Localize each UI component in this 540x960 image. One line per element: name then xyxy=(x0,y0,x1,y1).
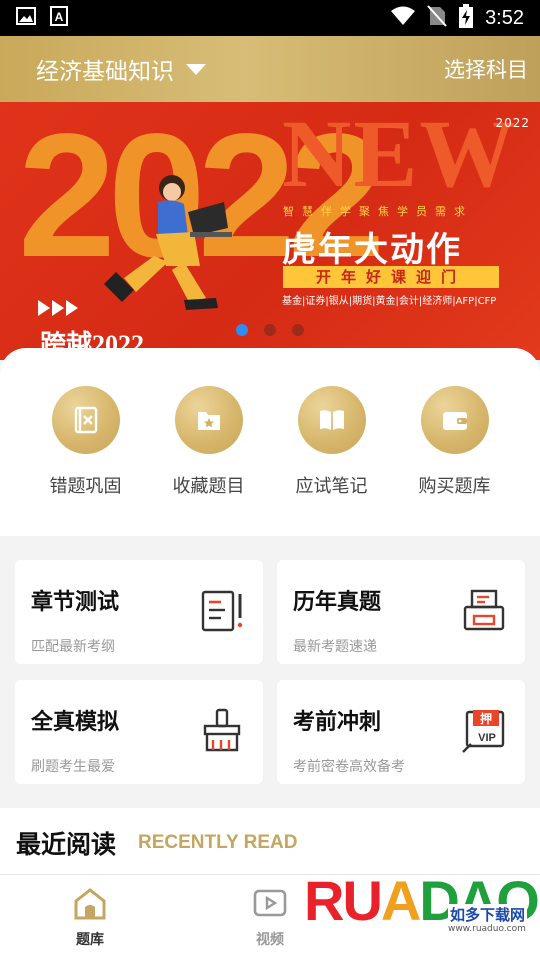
vip-stamp-icon: 押 VIP xyxy=(461,708,507,758)
clock: 3:52 xyxy=(485,6,524,29)
caret-down-icon xyxy=(186,63,206,75)
text-a-icon: A xyxy=(50,6,68,30)
card-chapter-test[interactable]: 章节测试 匹配最新考纲 xyxy=(15,560,263,664)
top-header: 经济基础知识 选择科目 xyxy=(0,36,540,102)
banner-tag: 开年好课迎门 xyxy=(283,266,499,288)
nav-label: 视频 xyxy=(256,932,284,948)
svg-text:VIP: VIP xyxy=(478,732,496,744)
notes-exclaim-icon xyxy=(199,588,245,638)
brush-icon xyxy=(199,708,245,758)
wifi-icon xyxy=(391,6,416,30)
pagination-dot[interactable] xyxy=(264,324,276,336)
quick-action-label: 应试笔记 xyxy=(295,476,368,497)
promo-banner[interactable]: 2022 NEW 2022 智慧伴学聚焦学员需求 虎年大动作 开年好课迎门 基金… xyxy=(0,102,540,360)
quick-action-label: 收藏题目 xyxy=(172,476,245,497)
wallet-icon xyxy=(420,386,489,454)
svg-text:A: A xyxy=(55,10,64,24)
practice-cards-grid: 章节测试 匹配最新考纲 历年真题 最新考题速递 全真模拟 刷题考生最爱 考前冲刺… xyxy=(15,560,525,784)
card-subtitle: 匹配最新考纲 xyxy=(31,639,115,655)
pagination-dot[interactable] xyxy=(236,324,248,336)
nav-label: 题库 xyxy=(76,932,104,948)
book-icon xyxy=(297,386,366,454)
nav-tab-question-bank[interactable]: 题库 xyxy=(60,887,120,949)
banner-year-small: 2022 xyxy=(495,116,530,130)
arrow-right-icon xyxy=(38,300,80,320)
recent-title: 最近阅读 xyxy=(16,830,117,859)
x-card-icon xyxy=(51,386,120,454)
nav-tab-video[interactable]: 视频 xyxy=(240,887,300,949)
card-past-exams[interactable]: 历年真题 最新考题速递 xyxy=(277,560,525,664)
no-sim-icon xyxy=(427,5,447,31)
card-subtitle: 考前密卷高效备考 xyxy=(293,759,405,775)
banner-pagination xyxy=(236,324,304,336)
quick-action-label: 错题巩固 xyxy=(49,476,122,497)
quick-action-notes[interactable]: 应试笔记 xyxy=(277,386,387,536)
quick-action-label: 购买题库 xyxy=(418,476,491,497)
pagination-dot[interactable] xyxy=(292,324,304,336)
card-subtitle: 刷题考生最爱 xyxy=(31,759,115,775)
printer-icon xyxy=(461,588,507,638)
star-folder-icon xyxy=(174,386,243,454)
quick-action-favorites[interactable]: 收藏题目 xyxy=(154,386,264,536)
video-play-icon xyxy=(252,887,288,925)
home-icon xyxy=(72,887,108,925)
banner-subline: 智慧伴学聚焦学员需求 xyxy=(283,205,473,218)
card-mock-exam[interactable]: 全真模拟 刷题考生最爱 xyxy=(15,680,263,784)
battery-charging-icon xyxy=(459,4,474,32)
recent-subtitle: RECENTLY READ xyxy=(138,832,298,853)
subject-label: 经济基础知识 xyxy=(36,59,174,85)
watermark-chinese: 如多下载网 xyxy=(448,904,528,925)
subject-selector[interactable]: 经济基础知识 xyxy=(36,52,206,86)
watermark-url: www.ruaduo.com xyxy=(448,924,526,934)
banner-new-text: NEW xyxy=(282,102,518,207)
quick-actions-panel: 错题巩固 收藏题目 应试笔记 购买题库 xyxy=(0,348,540,536)
watermark-logo: RUADAO 如多下载网 www.ruaduo.com xyxy=(300,868,540,948)
student-laptop-illustration xyxy=(76,174,246,318)
status-bar: A 3:52 xyxy=(0,0,540,36)
choose-subject-button[interactable]: 选择科目 xyxy=(444,54,528,84)
quick-action-buy[interactable]: 购买题库 xyxy=(400,386,510,536)
quick-action-wrong-questions[interactable]: 错题巩固 xyxy=(31,386,141,536)
image-icon xyxy=(16,7,36,29)
banner-categories: 基金|证券|银从|期货|黄金|会计|经济师|AFP|CFP xyxy=(282,296,497,307)
svg-text:押: 押 xyxy=(480,711,492,726)
card-final-sprint[interactable]: 考前冲刺 考前密卷高效备考 押 VIP xyxy=(277,680,525,784)
banner-main-title: 虎年大动作 xyxy=(282,230,462,270)
card-subtitle: 最新考题速递 xyxy=(293,639,377,655)
